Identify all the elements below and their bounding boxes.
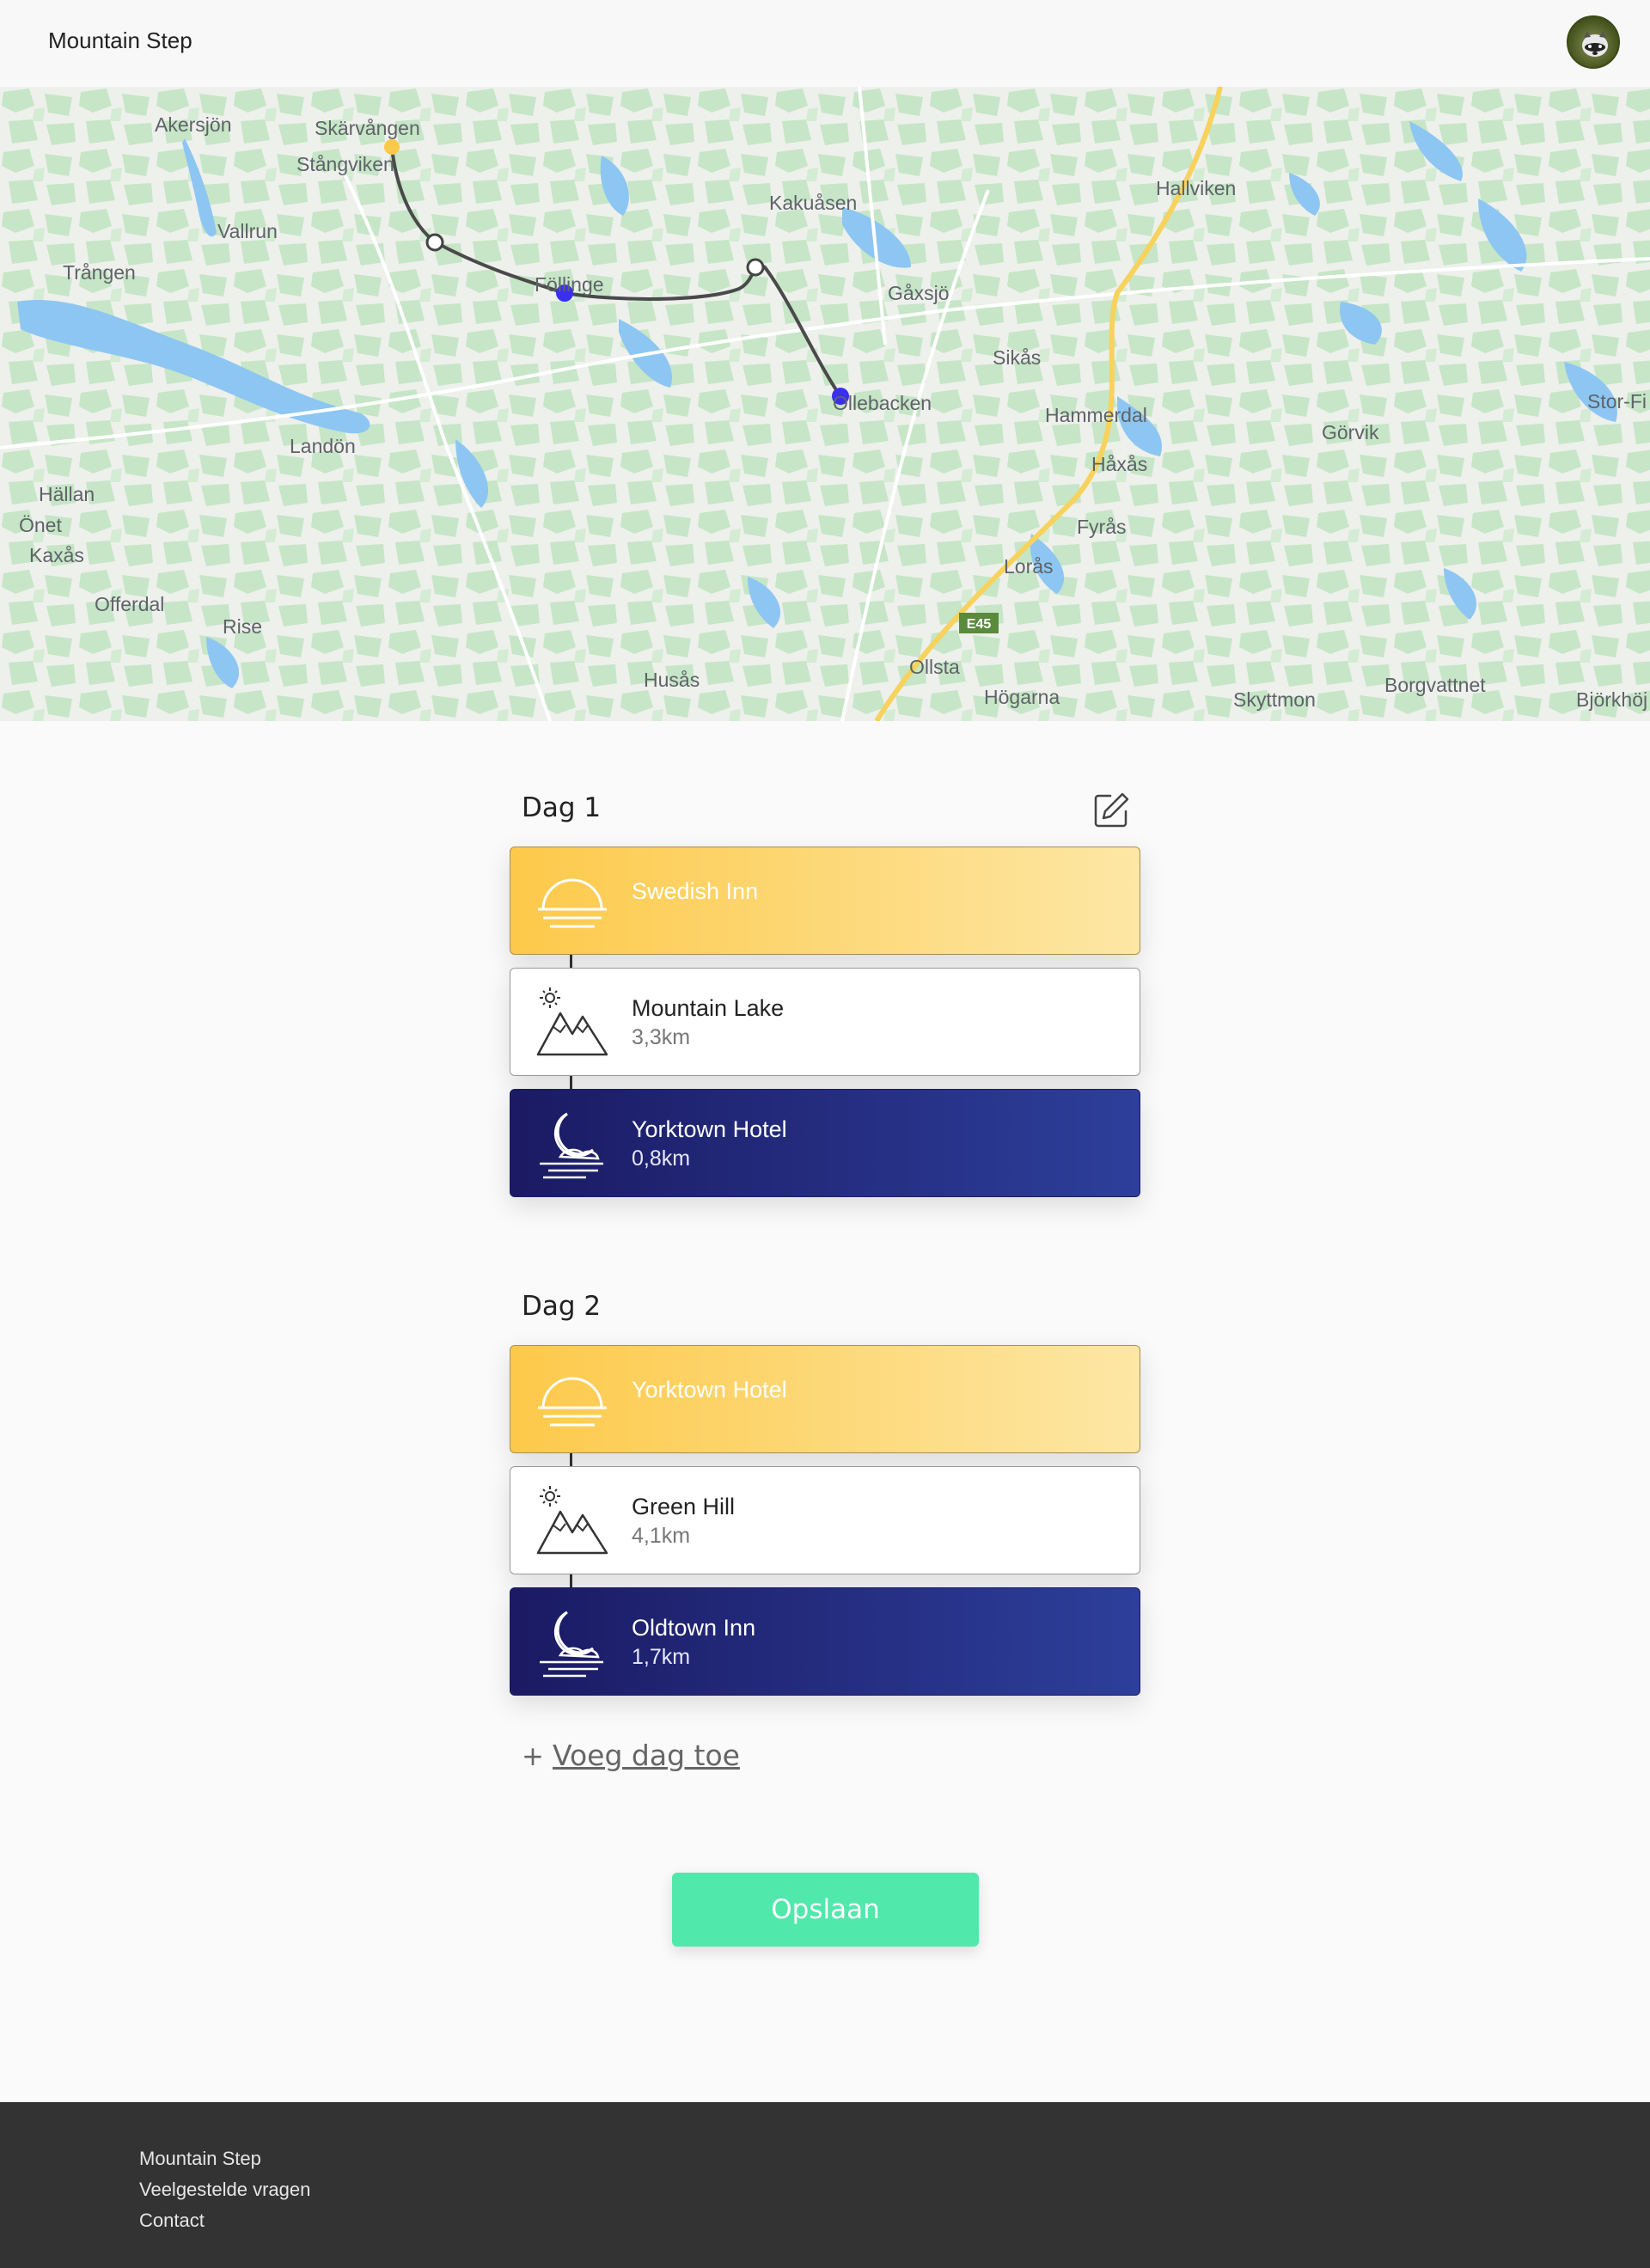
place-name: Swedish Inn (632, 878, 759, 904)
route-waypoint[interactable] (425, 233, 444, 252)
edit-icon (1094, 792, 1129, 828)
map-label: Rise (223, 615, 262, 638)
map-label: Hallviken (1156, 177, 1236, 199)
map-label: Hällan (39, 483, 95, 505)
sunrise-icon (538, 1377, 607, 1427)
place-name: Yorktown Hotel (632, 1116, 787, 1142)
map-label: Kaxås (29, 544, 84, 566)
map-label: Skärvången (315, 117, 420, 139)
moon-icon (540, 1611, 603, 1678)
map-label: Stor-Fi (1587, 390, 1647, 413)
footer-link-home[interactable]: Mountain Step (139, 2148, 261, 2170)
map-label: Önet (19, 514, 62, 536)
moon-icon (540, 1112, 603, 1179)
distance: 3,3km (632, 1025, 691, 1049)
map-label: Föllinge (535, 273, 604, 296)
map-label: Stångviken (296, 153, 394, 175)
day-title: Dag 1 (522, 792, 602, 823)
road-sign-label: E45 (967, 617, 992, 632)
map-label: Sikås (993, 346, 1041, 369)
place-name: Yorktown Hotel (632, 1377, 787, 1403)
plus-icon: + (522, 1741, 544, 1772)
sunrise-icon (538, 878, 607, 928)
map-label: Ollebacken (833, 392, 932, 414)
day2-end-card[interactable]: Oldtown Inn 1,7km (510, 1587, 1140, 1696)
avatar[interactable] (1567, 15, 1620, 69)
map-label: Görvik (1322, 421, 1379, 443)
map-label: Ollsta (909, 656, 960, 678)
raccoon-avatar-icon (1582, 31, 1608, 57)
mountain-icon (536, 987, 608, 1056)
day2-start-card[interactable]: Yorktown Hotel (510, 1345, 1140, 1453)
map-label: Kakuåsen (769, 192, 857, 214)
footer: Mountain Step Veelgestelde vragen Contac… (0, 2102, 1650, 2268)
map-label: Fyrås (1077, 516, 1127, 538)
map-label: Björkhöj (1576, 688, 1647, 711)
map-label: Trången (63, 261, 136, 284)
map-label: Högarna (984, 686, 1060, 708)
footer-link-contact[interactable]: Contact (139, 2210, 205, 2232)
day1-end-card[interactable]: Yorktown Hotel 0,8km (510, 1089, 1140, 1197)
footer-link-faq[interactable]: Veelgestelde vragen (139, 2179, 310, 2201)
brand-name[interactable]: Mountain Step (48, 28, 192, 54)
map-label: Offerdal (95, 593, 164, 615)
distance: 4,1km (632, 1524, 691, 1548)
save-button[interactable]: Opslaan (672, 1873, 979, 1947)
map-label: Hammerdal (1045, 404, 1147, 426)
map-label: Håxås (1091, 453, 1147, 475)
map-label: Gåxsjö (888, 282, 950, 304)
add-day-label: Voeg dag toe (552, 1739, 740, 1772)
day2-stop-card[interactable]: Green Hill 4,1km (510, 1466, 1140, 1574)
mountain-icon (536, 1486, 608, 1555)
map-label: Lorås (1004, 555, 1054, 578)
edit-button[interactable] (1091, 791, 1131, 830)
day1-stop-card[interactable]: Mountain Lake 3,3km (510, 968, 1140, 1076)
map-label: Skyttmon (1233, 688, 1316, 711)
day1-start-card[interactable]: Swedish Inn (510, 847, 1140, 955)
distance: 1,7km (632, 1645, 691, 1669)
route-waypoint[interactable] (746, 258, 765, 277)
place-name: Green Hill (632, 1494, 736, 1519)
add-day-link[interactable]: + Voeg dag toe (522, 1739, 740, 1772)
map-label: Akersjön (155, 113, 231, 136)
map-label: Borgvattnet (1384, 674, 1486, 696)
map-label: Vallrun (217, 220, 278, 242)
top-bar: Mountain Step (0, 0, 1650, 87)
map-label: Landön (290, 435, 356, 457)
distance: 0,8km (632, 1146, 691, 1171)
place-name: Oldtown Inn (632, 1615, 756, 1641)
route-map[interactable]: E45 Akersjön Skärvången Stångviken Vallr… (0, 87, 1650, 721)
map-label: Husås (644, 669, 700, 691)
place-name: Mountain Lake (632, 995, 785, 1021)
day-title: Dag 2 (522, 1291, 602, 1322)
